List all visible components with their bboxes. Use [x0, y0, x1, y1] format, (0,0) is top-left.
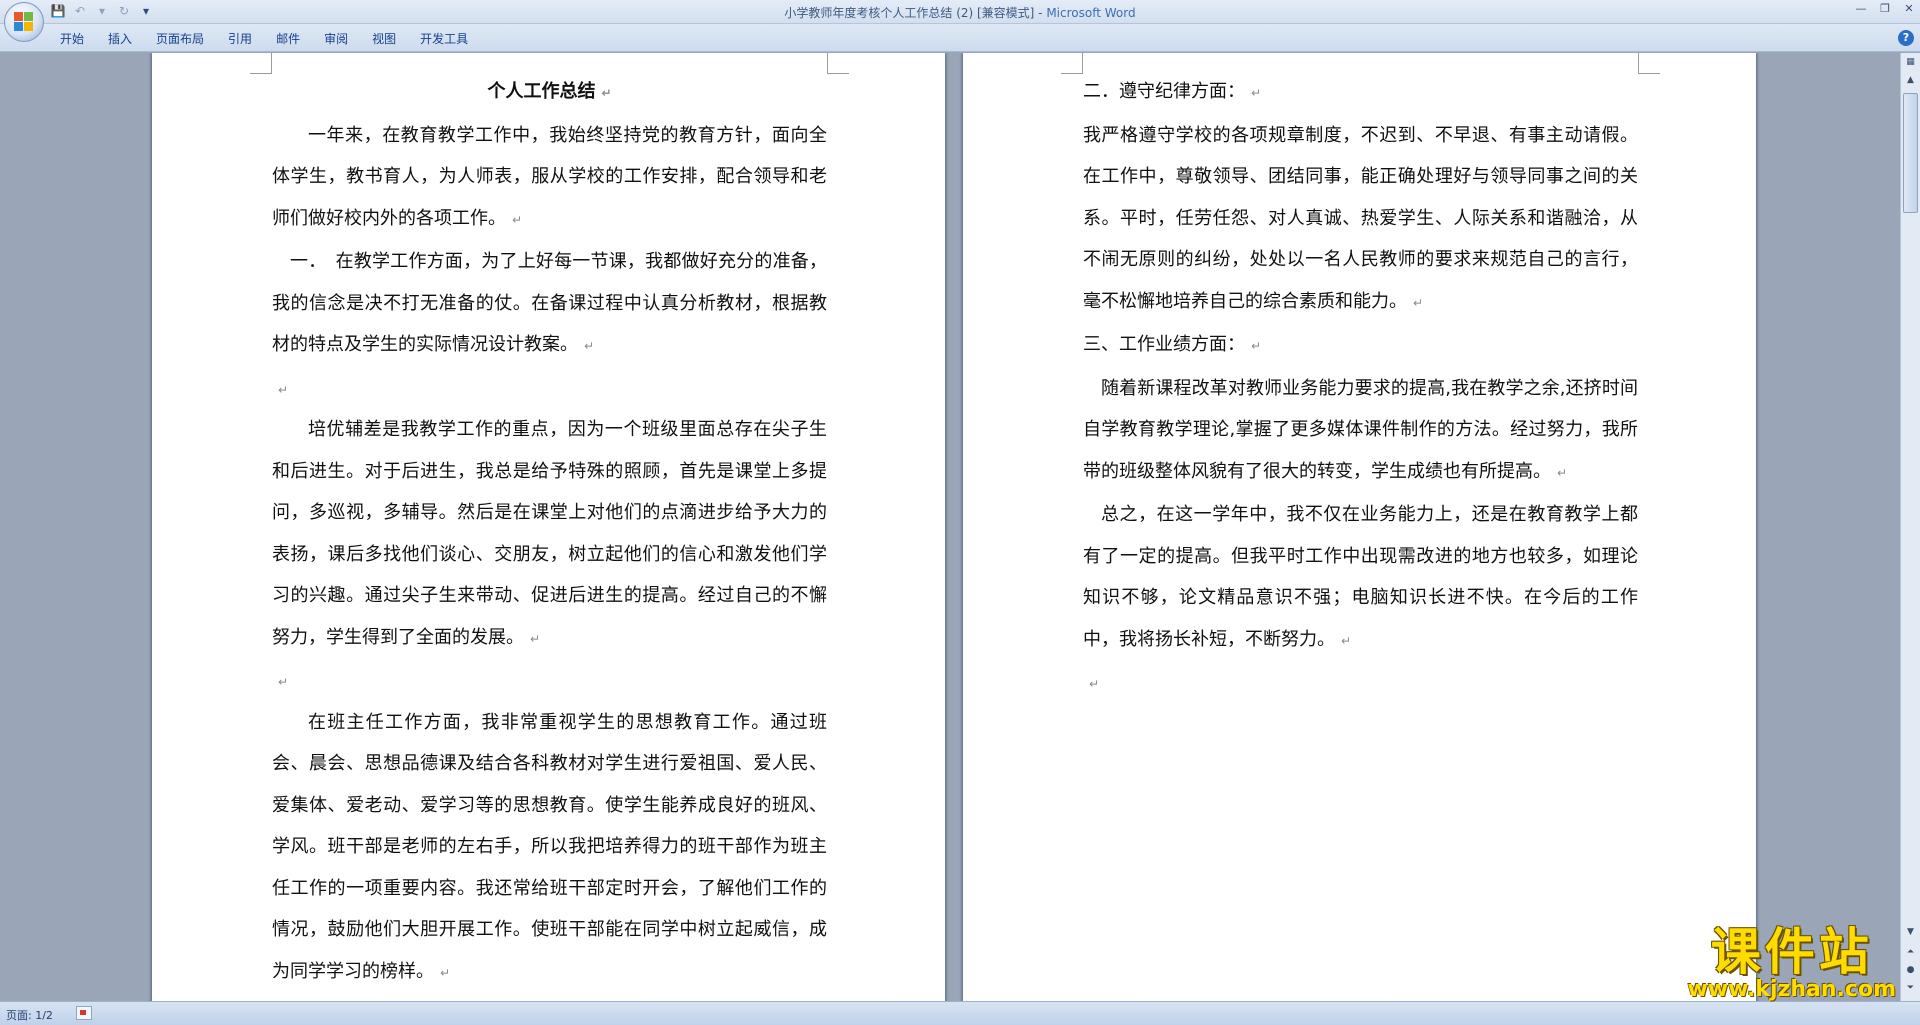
paragraph[interactable]: 一． 在教学工作方面，为了上好每一节课，我都做好充分的准备，我的信念是决不打无准… [272, 241, 827, 368]
office-logo-icon [14, 12, 34, 32]
paragraph-text: 在班主任工作方面，我非常重视学生的思想教育工作。通过班会、晨会、思想品德课及结合… [272, 711, 827, 982]
ribbon-tabs-bar: 开始 插入 页面布局 引用 邮件 审阅 视图 开发工具 ? [0, 24, 1920, 52]
empty-paragraph[interactable]: ↵ [272, 368, 827, 410]
paragraph-mark: ↵ [584, 339, 595, 353]
scroll-up-icon[interactable]: ▲ [1903, 73, 1918, 88]
empty-paragraph[interactable]: ↵ [272, 660, 827, 702]
section-heading-text: 二．遵守纪律方面： [1083, 81, 1245, 102]
watermark-url: www.kjzhan.com [1687, 977, 1896, 1002]
paragraph[interactable]: 总之，在这一学年中，我不仅在业务能力上，还是在教育教学上都有了一定的提高。但我平… [1083, 494, 1638, 662]
paragraph-mark: ↵ [512, 212, 523, 227]
empty-paragraph[interactable]: ↵ [1083, 662, 1638, 704]
title-bar: 💾 ↶ ▾ ↻ ▾ 小学教师年度考核个人工作总结 (2) [兼容模式] - Mi… [0, 0, 1920, 24]
tab-home[interactable]: 开始 [48, 30, 96, 48]
paragraph[interactable]: 我严格遵守学校的各项规章制度，不迟到、不早退、有事主动请假。在工作中，尊敬领导、… [1083, 115, 1638, 325]
tab-page-layout[interactable]: 页面布局 [144, 30, 216, 48]
document-heading[interactable]: 个人工作总结 ↵ [272, 71, 827, 115]
paragraph[interactable]: 在班主任工作方面，我非常重视学生的思想教育工作。通过班会、晨会、思想品德课及结合… [272, 702, 827, 995]
tab-mailings[interactable]: 邮件 [264, 30, 312, 48]
paragraph-mark: ↵ [1251, 339, 1262, 353]
paragraph-mark: ↵ [1089, 677, 1100, 691]
tab-developer[interactable]: 开发工具 [408, 30, 480, 48]
margin-marker [827, 53, 849, 74]
vertical-scrollbar[interactable]: ▦ ▲ ▼ ⏶ ● ⏷ [1900, 53, 1920, 1001]
paragraph[interactable]: 随着新课程改革对教师业务能力要求的提高,我在教学之余,还挤时间自学教育教学理论,… [1083, 368, 1638, 495]
paragraph-mark: ↵ [530, 631, 541, 646]
scroll-down-icon[interactable]: ▼ [1903, 925, 1918, 940]
paragraph[interactable]: 一年来，在教育教学工作中，我始终坚持党的教育方针，面向全体学生，教书育人，为人师… [272, 115, 827, 242]
paragraph-text: 一年来，在教育教学工作中，我始终坚持党的教育方针，面向全体学生，教书育人，为人师… [272, 124, 827, 229]
watermark-brand: 课件站 [1710, 923, 1873, 981]
window-controls: — ❐ ✕ [1854, 2, 1916, 16]
paragraph-text: 随着新课程改革对教师业务能力要求的提高,我在教学之余,还挤时间自学教育教学理论,… [1083, 377, 1638, 482]
document-page-1[interactable]: 个人工作总结 ↵ 一年来，在教育教学工作中，我始终坚持党的教育方针，面向全体学生，… [152, 53, 945, 1001]
page-count-status[interactable]: 页面: 1/2 [6, 1007, 53, 1023]
paragraph-text: 我严格遵守学校的各项规章制度，不迟到、不早退、有事主动请假。在工作中，尊敬领导、… [1083, 124, 1638, 312]
tab-review[interactable]: 审阅 [312, 30, 360, 48]
ruler-toggle-icon[interactable]: ▦ [1903, 55, 1918, 70]
tab-references[interactable]: 引用 [216, 30, 264, 48]
macro-record-icon[interactable] [76, 1006, 92, 1020]
tab-insert[interactable]: 插入 [96, 30, 144, 48]
section-heading-text: 三、工作业绩方面： [1083, 334, 1245, 355]
section-heading[interactable]: 二．遵守纪律方面： ↵ [1083, 71, 1638, 115]
paragraph-mark: ↵ [1341, 633, 1352, 648]
paragraph-text: 一． 在教学工作方面，为了上好每一节课，我都做好充分的准备，我的信念是决不打无准… [272, 251, 827, 355]
office-button[interactable] [4, 2, 44, 42]
paragraph-mark: ↵ [601, 86, 612, 100]
paragraph-mark: ↵ [278, 382, 289, 397]
paragraph-mark: ↵ [1413, 295, 1424, 310]
paragraph-mark: ↵ [1251, 86, 1262, 100]
paragraph[interactable]: 培优辅差是我教学工作的重点，因为一个班级里面总存在尖子生和后进生。对于后进生，我… [272, 409, 827, 660]
page-1-text[interactable]: 个人工作总结 ↵ 一年来，在教育教学工作中，我始终坚持党的教育方针，面向全体学生，… [272, 71, 827, 994]
window-title: 小学教师年度考核个人工作总结 (2) [兼容模式] - Microsoft Wo… [0, 4, 1920, 21]
document-workspace[interactable]: 个人工作总结 ↵ 一年来，在教育教学工作中，我始终坚持党的教育方针，面向全体学生，… [0, 53, 1900, 1001]
document-heading-text: 个人工作总结 [487, 81, 596, 102]
close-icon[interactable]: ✕ [1902, 2, 1916, 16]
tab-view[interactable]: 视图 [360, 30, 408, 48]
scroll-thumb[interactable] [1903, 93, 1918, 213]
app-name: Microsoft Word [1046, 6, 1136, 20]
page-2-text[interactable]: 二．遵守纪律方面： ↵ 我严格遵守学校的各项规章制度，不迟到、不早退、有事主动请假… [1083, 71, 1638, 704]
paragraph-text: 培优辅差是我教学工作的重点，因为一个班级里面总存在尖子生和后进生。对于后进生，我… [272, 419, 827, 648]
margin-marker [1061, 53, 1083, 74]
margin-marker [250, 53, 272, 74]
paragraph-mark: ↵ [1557, 465, 1568, 480]
previous-page-icon[interactable]: ⏶ [1903, 945, 1918, 960]
select-browse-object-icon[interactable]: ● [1903, 963, 1918, 978]
minimize-icon[interactable]: — [1854, 2, 1868, 16]
restore-icon[interactable]: ❐ [1878, 2, 1892, 16]
help-icon[interactable]: ? [1898, 30, 1914, 46]
section-heading[interactable]: 三、工作业绩方面： ↵ [1083, 324, 1638, 368]
margin-marker [1638, 53, 1660, 74]
document-title: 小学教师年度考核个人工作总结 (2) [兼容模式] - [784, 6, 1047, 20]
watermark-logo: 课件站 www.kjzhan.com [1687, 925, 1896, 1001]
document-page-2[interactable]: 二．遵守纪律方面： ↵ 我严格遵守学校的各项规章制度，不迟到、不早退、有事主动请假… [963, 53, 1756, 1001]
status-bar: 页面: 1/2 [0, 1001, 1920, 1025]
paragraph-mark: ↵ [278, 675, 289, 689]
paragraph-text: 总之，在这一学年中，我不仅在业务能力上，还是在教育教学上都有了一定的提高。但我平… [1083, 504, 1638, 650]
next-page-icon[interactable]: ⏷ [1903, 981, 1918, 996]
paragraph-mark: ↵ [440, 965, 451, 980]
ribbon-tabs: 开始 插入 页面布局 引用 邮件 审阅 视图 开发工具 [48, 30, 480, 48]
